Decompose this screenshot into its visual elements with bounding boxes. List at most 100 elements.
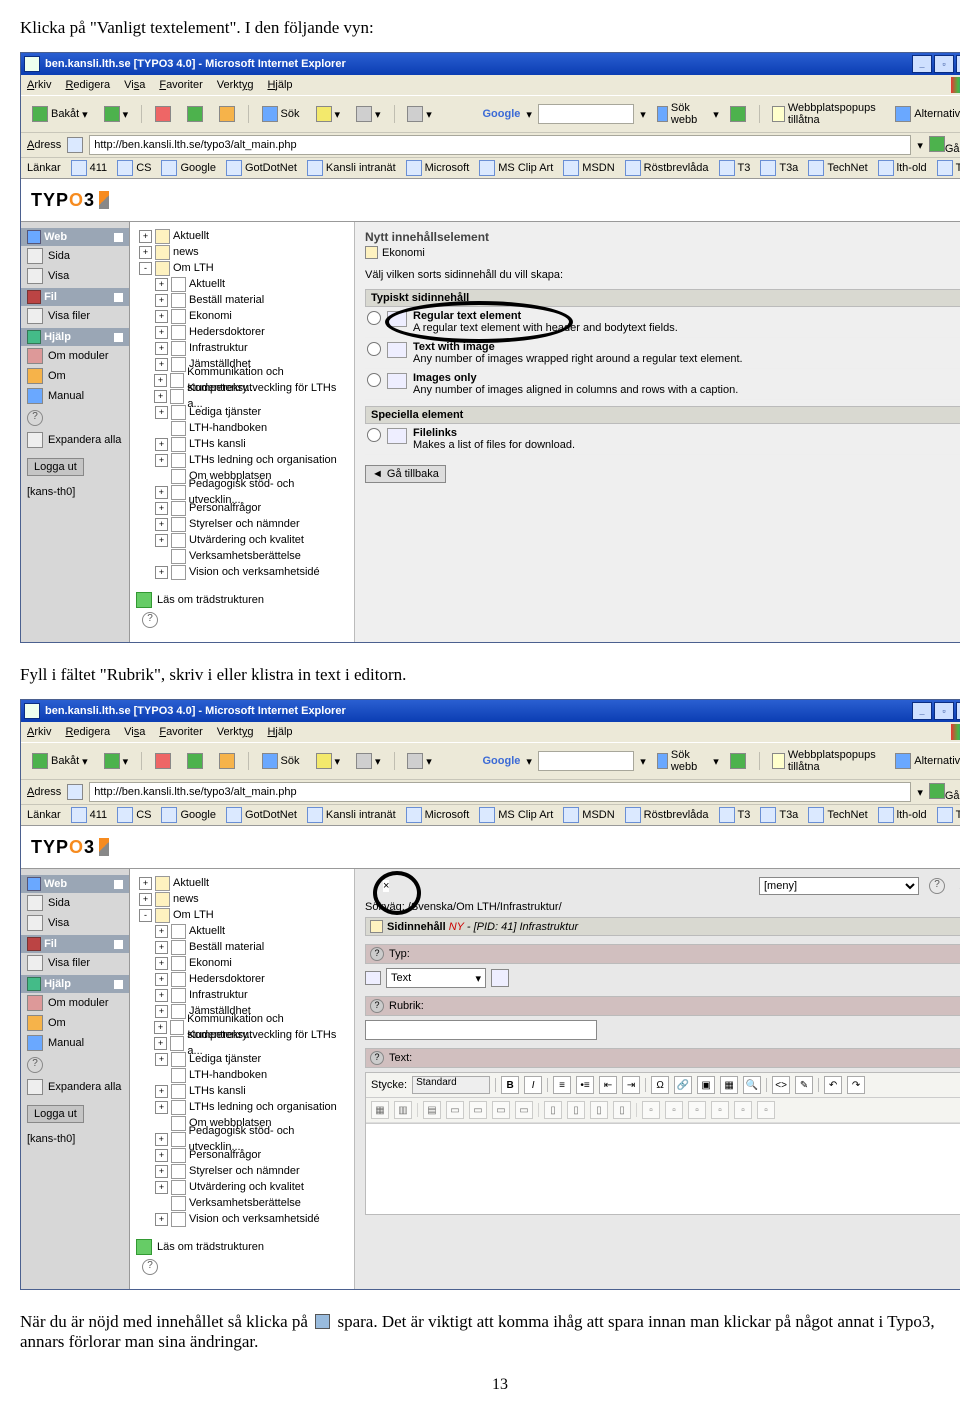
back-button[interactable]: Bakåt ▾ (27, 750, 93, 772)
mod-sida[interactable]: Sida (21, 893, 129, 913)
indent-button[interactable]: ⇥ (622, 1076, 640, 1094)
logout-button[interactable]: Logga ut (27, 458, 84, 476)
maximize-button[interactable]: ▫ (934, 55, 954, 73)
logout-button[interactable]: Logga ut (27, 1105, 84, 1123)
rte-textarea[interactable] (366, 1123, 960, 1214)
menu-hjalp[interactable]: Hjälp (267, 79, 292, 91)
tree-item[interactable]: Verksamhetsberättelse (136, 548, 348, 564)
col-del-button[interactable]: ▯ (590, 1101, 608, 1119)
tree-item[interactable]: +Kompetensutveckling för LTHs a... (136, 1035, 348, 1051)
tree-item[interactable]: +Aktuellt (136, 923, 348, 939)
tree-item[interactable]: +Beställ material (136, 939, 348, 955)
home-button[interactable] (214, 750, 240, 772)
opt-text-with-image[interactable]: Text with imageAny number of images wrap… (365, 338, 960, 369)
link-technet[interactable]: TechNet (808, 160, 867, 176)
menu-redigera[interactable]: Redigera (65, 726, 110, 738)
mod-visa-filer[interactable]: Visa filer (21, 306, 129, 326)
link-google[interactable]: Google (161, 807, 215, 823)
tree-item[interactable]: +Infrastruktur (136, 340, 348, 356)
cell-del-button[interactable]: ▫ (711, 1101, 729, 1119)
row-split-button[interactable]: ▭ (515, 1101, 533, 1119)
print-button[interactable]: ▾ (402, 750, 437, 772)
url-input[interactable] (89, 782, 911, 802)
expand-all[interactable]: Expandera alla (21, 430, 129, 450)
tree-item[interactable]: +Aktuellt (136, 276, 348, 292)
close-button[interactable]: × (956, 55, 960, 73)
menu-arkiv[interactable]: AArkivrkiv (27, 79, 51, 91)
link-t3a[interactable]: T3a (760, 807, 798, 823)
menu-favoriter[interactable]: Favoriter (159, 726, 202, 738)
col-split-button[interactable]: ▯ (613, 1101, 631, 1119)
menu-redigera[interactable]: Redigera (65, 79, 110, 91)
tree-item[interactable]: LTH-handboken (136, 420, 348, 436)
search-button[interactable]: Sök (257, 103, 305, 125)
popup-blocker[interactable]: Webbplatspopups tillåtna (767, 99, 884, 129)
link-msdn[interactable]: MSDN (563, 807, 614, 823)
menu-verktyg[interactable]: Verktyg (217, 79, 254, 91)
ol-button[interactable]: ≡ (553, 1076, 571, 1094)
link-technet[interactable]: TechNet (808, 807, 867, 823)
bold-button[interactable]: B (501, 1076, 519, 1094)
menu-favoriter[interactable]: Favoriter (159, 79, 202, 91)
mod-visa[interactable]: Visa (21, 266, 129, 286)
refresh-button[interactable] (182, 103, 208, 125)
link-t3[interactable]: T3 (719, 807, 751, 823)
minimize-button[interactable]: _ (912, 55, 932, 73)
mail-button[interactable]: ▾ (351, 103, 386, 125)
mod-sida[interactable]: Sida (21, 246, 129, 266)
meny-select[interactable]: [meny] (759, 877, 919, 895)
opt-images-only[interactable]: Images onlyAny number of images aligned … (365, 369, 960, 400)
link-microsoft[interactable]: Microsoft (406, 807, 470, 823)
back-button[interactable]: Bakåt ▾ (27, 103, 93, 125)
tbl-prop-button[interactable]: ▥ (394, 1101, 412, 1119)
find-button[interactable]: 🔍 (743, 1076, 761, 1094)
checkmark-button[interactable] (725, 103, 751, 125)
google-search-input[interactable] (538, 751, 634, 771)
tree-item[interactable]: Verksamhetsberättelse (136, 1195, 348, 1211)
rubrik-input[interactable] (365, 1020, 597, 1040)
stop-button[interactable] (150, 103, 176, 125)
table-button[interactable]: ▦ (720, 1076, 738, 1094)
opt-filelinks[interactable]: FilelinksMakes a list of files for downl… (365, 424, 960, 455)
mod-om-moduler[interactable]: Om moduler (21, 993, 129, 1013)
link-rostbrevlada[interactable]: Röstbrevlåda (625, 160, 709, 176)
mod-head-fil[interactable]: Fil (21, 935, 129, 953)
mod-head-web[interactable]: Web (21, 228, 129, 246)
cell-before-button[interactable]: ▫ (665, 1101, 683, 1119)
tree-item[interactable]: +Beställ material (136, 292, 348, 308)
undo-button[interactable]: ↶ (824, 1076, 842, 1094)
stop-button[interactable] (150, 750, 176, 772)
mail-button[interactable]: ▾ (351, 750, 386, 772)
col-before-button[interactable]: ▯ (544, 1101, 562, 1119)
type-select[interactable]: Text▾ (386, 968, 486, 988)
alternativ-button[interactable]: Alternativ (890, 103, 960, 125)
forward-button[interactable]: ▾ (99, 750, 134, 772)
menu-verktyg[interactable]: Verktyg (217, 726, 254, 738)
link-t3[interactable]: T3 (719, 160, 751, 176)
refresh-button[interactable] (182, 750, 208, 772)
cell-merge-button[interactable]: ▫ (757, 1101, 775, 1119)
close-icon[interactable]: × (383, 880, 389, 892)
go-button[interactable]: Gå till (929, 783, 960, 802)
link-gotdotnet[interactable]: GotDotNet (226, 807, 297, 823)
tree-item[interactable]: +Vision och verksamhetsidé (136, 564, 348, 580)
col-after-button[interactable]: ▯ (567, 1101, 585, 1119)
tree-item[interactable]: +Styrelser och nämnder (136, 516, 348, 532)
tree-item[interactable]: +Aktuellt (136, 228, 348, 244)
link-msclipart[interactable]: MS Clip Art (479, 807, 553, 823)
link-lthold[interactable]: lth-old (878, 160, 927, 176)
link-411[interactable]: 411 (71, 160, 108, 176)
link-411[interactable]: 411 (71, 807, 108, 823)
menu-hjalp[interactable]: Hjälp (267, 726, 292, 738)
link-t4a[interactable]: T4a (937, 807, 960, 823)
tree-item[interactable]: +news (136, 244, 348, 260)
mod-head-web[interactable]: Web (21, 875, 129, 893)
favorites-button[interactable]: ▾ (311, 750, 346, 772)
link-gotdotnet[interactable]: GotDotNet (226, 160, 297, 176)
tree-item[interactable]: +Ekonomi (136, 308, 348, 324)
menu-arkiv[interactable]: Arkiv (27, 726, 51, 738)
popup-blocker[interactable]: Webbplatspopups tillåtna (767, 746, 884, 776)
minimize-button[interactable]: _ (912, 702, 932, 720)
stycke-select[interactable]: Standard (412, 1076, 490, 1094)
tree-item[interactable]: +Aktuellt (136, 875, 348, 891)
